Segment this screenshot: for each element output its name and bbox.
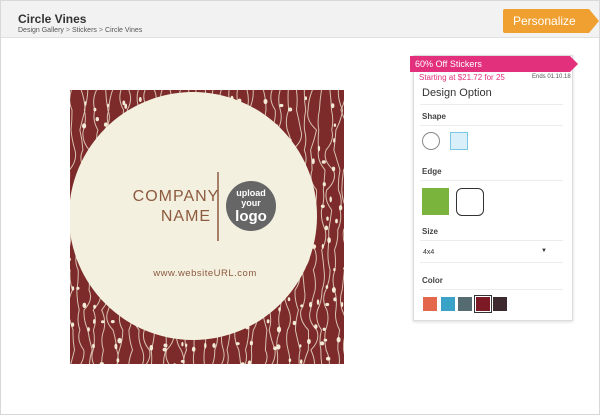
breadcrumb-design-gallery[interactable]: Design Gallery [18,27,64,34]
divider [420,180,563,181]
breadcrumb: Design Gallery > Stickers > Circle Vines [18,27,142,34]
divider [420,104,563,105]
design-option-heading: Design Option [422,87,492,99]
company-line-1: COMPANY [133,188,220,205]
breadcrumb-separator: > [65,27,71,34]
size-value: 4x4 [423,249,435,256]
company-line-2: NAME [161,208,211,225]
color-swatch[interactable] [423,297,437,311]
logo-line-3: logo [235,208,267,225]
color-swatch[interactable] [474,295,492,313]
breadcrumb-separator: > [98,27,104,34]
edge-label: Edge [422,167,442,176]
breadcrumb-current: Circle Vines [105,27,143,34]
divider [420,289,563,290]
header-bar: Circle Vines Design Gallery > Stickers > Cir… [1,1,599,38]
color-swatch[interactable] [458,297,472,311]
page-title: Circle Vines [18,12,87,26]
caret-down-icon: ▼ [541,248,547,254]
divider [420,125,563,126]
vine-pattern: COMPANY NAME upload your logo www.websit… [70,90,344,364]
color-swatch[interactable] [441,297,455,311]
logo-line-2: your [241,198,261,208]
website-text: www.websiteURL.com [152,268,257,279]
color-swatch[interactable] [493,297,507,311]
circle-shape-icon[interactable] [422,132,440,150]
divider [420,262,563,263]
app-window: Circle Vines Design Gallery > Stickers > Cir… [0,0,600,415]
promo-ends: Ends 01.10.18 [532,74,571,80]
size-label: Size [422,227,439,236]
sticker-preview: COMPANY NAME upload your logo www.websit… [70,90,344,364]
rounded-edge-option[interactable] [456,188,484,216]
personalize-button[interactable]: Personalize [503,9,599,33]
logo-line-1: upload [236,188,266,198]
color-label: Color [422,276,443,285]
square-edge-option[interactable] [422,188,449,215]
shape-label: Shape [422,112,447,121]
promo-price: Starting at $21.72 for 25 [419,73,505,82]
square-shape-icon[interactable] [450,132,468,150]
breadcrumb-stickers[interactable]: Stickers [72,27,97,34]
promo-banner: 60% Off Stickers [410,56,578,72]
size-select[interactable]: 4x4 ▼ [422,248,548,260]
divider [420,240,563,241]
